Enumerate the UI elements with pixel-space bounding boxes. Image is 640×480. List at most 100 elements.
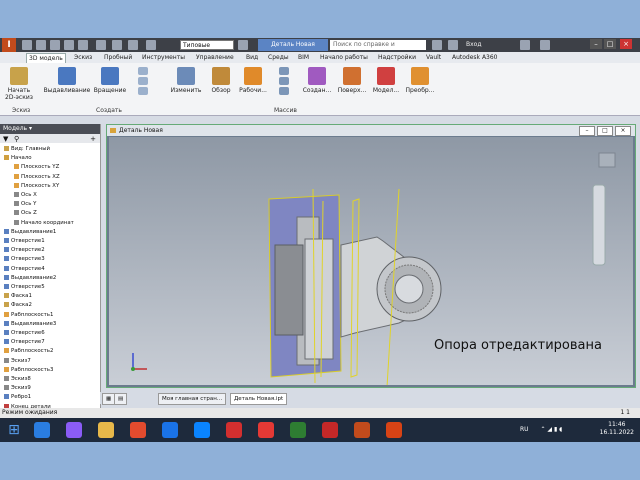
browser-node[interactable]: Отверстие2 [4, 246, 45, 254]
navigation-bar[interactable] [592, 184, 606, 266]
gw-min-button[interactable]: – [579, 126, 595, 136]
browser-node[interactable]: Выдавливание1 [4, 228, 56, 236]
gw-max-button[interactable]: □ [597, 126, 613, 136]
search-input[interactable]: Поиск по справке и командам [330, 40, 426, 58]
browser-title[interactable]: Модель ▾ [0, 124, 100, 134]
taskbar-app-icon[interactable] [258, 422, 274, 438]
tab-vault[interactable]: Vault [426, 53, 441, 63]
browser-node[interactable]: Выдавливание2 [4, 274, 56, 282]
taskbar-app-icon[interactable] [66, 422, 82, 438]
taskbar-app-icon[interactable] [290, 422, 306, 438]
shell-icon[interactable] [138, 87, 148, 95]
language-indicator[interactable]: RU [520, 426, 529, 433]
appearance-icon[interactable] [146, 40, 156, 50]
start-sketch-button[interactable]: Начать 2D-эскиз [4, 67, 34, 101]
browser-node[interactable]: Эскиз9 [4, 384, 31, 392]
rect-pattern-icon[interactable] [279, 67, 289, 75]
taskbar-app-icon[interactable] [226, 422, 242, 438]
tab-view[interactable]: Вид [246, 53, 258, 63]
taskbar-app-icon[interactable] [130, 422, 146, 438]
browser-node[interactable]: Начало координат [14, 219, 74, 227]
extrude-button[interactable]: Выдавливание [42, 67, 92, 94]
browser-node[interactable]: Эскиз8 [4, 375, 31, 383]
create-freeform-button[interactable]: Создан... [300, 67, 334, 94]
browser-node[interactable]: Отверстие4 [4, 265, 45, 273]
browser-node[interactable]: Эскиз7 [4, 357, 31, 365]
open-icon[interactable] [36, 40, 46, 50]
work-features-button[interactable]: Рабочи... [238, 67, 268, 94]
explore-button[interactable]: Обзор [208, 67, 234, 94]
binoculars-icon[interactable] [432, 40, 442, 50]
taskbar-app-icon[interactable] [194, 422, 210, 438]
browser-node[interactable]: Рабплоскость2 [4, 347, 53, 355]
browser-search-icon[interactable]: ⚲ [14, 135, 19, 143]
filter-icon[interactable]: ▼ [3, 135, 8, 143]
browser-node[interactable]: Плоскость YZ [14, 163, 59, 171]
revolve-button[interactable]: Вращение [92, 67, 128, 94]
gw-close-button[interactable]: × [615, 126, 631, 136]
browser-node[interactable]: Начало [4, 154, 32, 162]
browser-node[interactable]: Ось X [14, 191, 37, 199]
browser-node[interactable]: Ребро1 [4, 393, 31, 401]
login-link[interactable]: Вход [466, 40, 482, 50]
fx-icon[interactable] [238, 40, 248, 50]
convert-button[interactable]: Преобр... [404, 67, 436, 94]
taskbar-app-icon[interactable] [386, 422, 402, 438]
tab-trial[interactable]: Пробный [104, 53, 132, 63]
material-icon[interactable] [128, 40, 138, 50]
browser-node[interactable]: Отверстие5 [4, 283, 45, 291]
browser-node[interactable]: Ось Y [14, 200, 36, 208]
browser-node[interactable]: Рабплоскость1 [4, 311, 53, 319]
select-icon[interactable] [112, 40, 122, 50]
tab-manage[interactable]: Управление [196, 53, 234, 63]
taskbar-app-icon[interactable] [354, 422, 370, 438]
cascade-view-button[interactable]: ▤ [114, 393, 128, 405]
tab-part-new[interactable]: Деталь Новая.ipt [230, 393, 288, 405]
tray-icons[interactable]: ⌃ ◢ ▮ ◖ [540, 426, 562, 433]
home-icon[interactable] [96, 40, 106, 50]
close-button[interactable]: × [620, 39, 632, 49]
taskbar-app-icon[interactable] [322, 422, 338, 438]
browser-node[interactable]: Отверстие3 [4, 255, 45, 263]
tab-home-page[interactable]: Моя главная стран... [158, 393, 227, 405]
browser-node[interactable]: Вид: Главный [4, 145, 50, 153]
browser-add-icon[interactable]: + [90, 135, 96, 143]
circ-pattern-icon[interactable] [279, 77, 289, 85]
taskbar-app-icon[interactable] [98, 422, 114, 438]
mirror-icon[interactable] [279, 87, 289, 95]
browser-node[interactable]: Фаска2 [4, 301, 32, 309]
save-icon[interactable] [50, 40, 60, 50]
browser-node[interactable]: Выдавливание3 [4, 320, 56, 328]
viewcube-icon[interactable] [598, 152, 616, 168]
taskbar-app-icon[interactable] [34, 422, 50, 438]
start-button[interactable]: ⊞ [6, 422, 22, 438]
cart-icon[interactable] [520, 40, 530, 50]
clock[interactable]: 11:46 16.11.2022 [600, 421, 634, 437]
browser-node[interactable]: Отверстие1 [4, 237, 45, 245]
appearance-combo[interactable]: Типовые [180, 40, 234, 50]
browser-node[interactable]: Ось Z [14, 209, 37, 217]
fillet-icon[interactable] [138, 77, 148, 85]
tab-sketch[interactable]: Эскиз [74, 53, 92, 63]
help-icon[interactable] [540, 40, 550, 50]
tab-addins[interactable]: Надстройки [378, 53, 416, 63]
inventor-logo-icon[interactable]: I [2, 38, 16, 52]
browser-node[interactable]: Плоскость XZ [14, 173, 60, 181]
browser-node[interactable]: Рабплоскость3 [4, 366, 53, 374]
hole-icon[interactable] [138, 67, 148, 75]
browser-node[interactable]: Отверстие6 [4, 329, 45, 337]
maximize-button[interactable]: □ [604, 39, 616, 49]
tab-getting-started[interactable]: Начало работы [320, 53, 368, 63]
tab-a360[interactable]: Autodesk A360 [452, 53, 498, 63]
tab-tools[interactable]: Инструменты [142, 53, 185, 63]
minimize-button[interactable]: – [590, 39, 602, 49]
undo-icon[interactable] [64, 40, 74, 50]
taskbar-app-icon[interactable] [162, 422, 178, 438]
modify-button[interactable]: Изменить [170, 67, 202, 94]
redo-icon[interactable] [78, 40, 88, 50]
user-icon[interactable] [448, 40, 458, 50]
tab-environments[interactable]: Среды [268, 53, 289, 63]
new-icon[interactable] [22, 40, 32, 50]
browser-node[interactable]: Плоскость XY [14, 182, 59, 190]
tab-bim[interactable]: BIM [298, 53, 309, 63]
